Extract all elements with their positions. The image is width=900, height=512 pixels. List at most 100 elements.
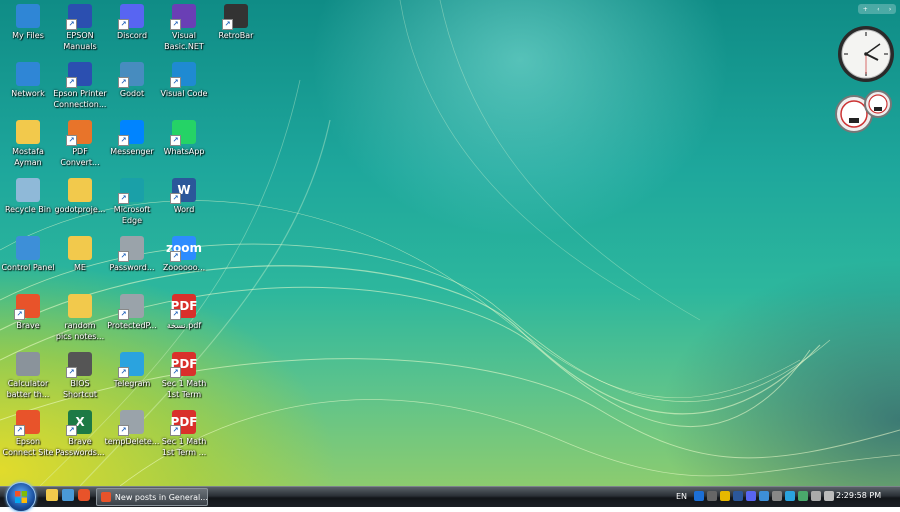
next-gadget-icon[interactable]: › bbox=[889, 6, 891, 13]
desktop-icon[interactable]: ME bbox=[52, 236, 108, 273]
volume-icon[interactable] bbox=[824, 491, 835, 501]
battery-icon[interactable] bbox=[811, 491, 822, 501]
desktop-icon[interactable]: ↗ WhatsApp bbox=[156, 120, 212, 157]
desktop-icon-label: Word bbox=[173, 205, 195, 214]
godot-icon: ↗ bbox=[118, 62, 144, 88]
settings-file-icon: ↗ bbox=[118, 236, 144, 262]
epson-printer-icon: ↗ bbox=[66, 62, 92, 88]
shortcut-arrow-icon: ↗ bbox=[170, 251, 181, 262]
desktop-icon-label: godotproje... bbox=[54, 205, 106, 214]
brave-icon: ↗ bbox=[14, 294, 40, 320]
desktop-icon[interactable]: ↗ EPSON Manuals bbox=[52, 4, 108, 52]
settings-file-icon: ↗ bbox=[118, 294, 144, 320]
desktop-icon-label: Sec 1 Math 1st Term ... bbox=[161, 437, 207, 457]
quicklaunch-folder-icon[interactable] bbox=[62, 489, 74, 501]
shortcut-arrow-icon: ↗ bbox=[170, 135, 181, 146]
excel-icon: X ↗ bbox=[66, 410, 92, 436]
desktop-icon[interactable]: Calculator batter th... bbox=[0, 352, 56, 400]
quicklaunch-brave-icon[interactable] bbox=[78, 489, 90, 501]
shortcut-arrow-icon: ↗ bbox=[170, 77, 181, 88]
desktop-icon[interactable]: ↗ tempDelete... bbox=[104, 410, 160, 447]
desktop-icon[interactable]: ↗ PDF Convert... bbox=[52, 120, 108, 168]
shortcut-arrow-icon: ↗ bbox=[118, 367, 129, 378]
pdf-icon: PDF ↗ bbox=[170, 410, 197, 436]
word-icon: W ↗ bbox=[170, 178, 196, 204]
quicklaunch-explorer-icon[interactable] bbox=[46, 489, 58, 501]
discord-icon: ↗ bbox=[118, 4, 144, 30]
desktop-icon[interactable]: My Files bbox=[0, 4, 56, 41]
folder-icon bbox=[68, 294, 92, 318]
cloud-sync-icon[interactable] bbox=[707, 491, 718, 501]
folder-icon bbox=[68, 178, 92, 202]
desktop-icon-label: WhatsApp bbox=[163, 147, 205, 156]
desktop-icon-label: نسخة.pdf bbox=[166, 321, 202, 330]
desktop-icon[interactable]: ↗ Messenger bbox=[104, 120, 160, 157]
system-tray: EN bbox=[676, 487, 835, 505]
desktop-icon[interactable]: Control Panel bbox=[0, 236, 56, 273]
desktop-icon[interactable]: ↗ Microsoft Edge bbox=[104, 178, 160, 226]
clock-gadget[interactable] bbox=[836, 24, 896, 84]
action-center-icon[interactable] bbox=[759, 491, 770, 501]
desktop-icon[interactable]: ↗ Password... bbox=[104, 236, 160, 273]
sidebar-gadget-controls[interactable]: + ‹ › bbox=[858, 4, 896, 14]
network-tray-icon[interactable] bbox=[798, 491, 809, 501]
desktop-icon[interactable]: godotproje... bbox=[52, 178, 108, 215]
desktop-icon[interactable]: ↗ Telegram bbox=[104, 352, 160, 389]
telegram-tray-icon[interactable] bbox=[785, 491, 796, 501]
desktop-icon[interactable]: Recycle Bin bbox=[0, 178, 56, 215]
desktop-icon[interactable]: Network bbox=[0, 62, 56, 99]
windows-logo-icon bbox=[15, 491, 27, 503]
desktop-icon[interactable]: ↗ Visual Basic.NET bbox=[156, 4, 212, 52]
visual-basic-icon: ↗ bbox=[170, 4, 196, 30]
shortcut-arrow-icon: ↗ bbox=[222, 19, 233, 30]
desktop-icon[interactable]: ↗ Visual Code bbox=[156, 62, 212, 99]
telegram-icon: ↗ bbox=[118, 352, 144, 378]
desktop-icon[interactable]: ↗ Brave bbox=[0, 294, 56, 331]
shortcut-arrow-icon: ↗ bbox=[118, 425, 129, 436]
desktop-icon[interactable]: ↗ ProtectedP... bbox=[104, 294, 160, 331]
shortcut-arrow-icon: ↗ bbox=[118, 135, 129, 146]
start-button[interactable] bbox=[6, 482, 36, 512]
messenger-icon: ↗ bbox=[118, 120, 144, 146]
display-icon[interactable] bbox=[772, 491, 783, 501]
add-gadget-icon[interactable]: + bbox=[863, 6, 868, 13]
desktop-icon[interactable]: ↗ RetroBar bbox=[208, 4, 264, 41]
desktop-icon[interactable]: X ↗ Brave Passwords... bbox=[52, 410, 108, 458]
word-tray-icon[interactable] bbox=[733, 491, 744, 501]
desktop-icon[interactable]: PDF ↗ Sec 1 Math 1st Term ... bbox=[156, 410, 212, 458]
desktop-icon[interactable]: PDF ↗ Sec 1 Math 1st Term bbox=[156, 352, 212, 400]
shortcut-arrow-icon: ↗ bbox=[118, 251, 129, 262]
desktop-icon[interactable]: PDF ↗ نسخة.pdf bbox=[156, 294, 212, 331]
bluetooth-icon[interactable] bbox=[694, 491, 705, 501]
folder-icon bbox=[16, 120, 40, 144]
network-icon bbox=[16, 62, 40, 86]
brave-icon: ↗ bbox=[14, 410, 40, 436]
desktop-icon[interactable]: random pics notes... bbox=[52, 294, 108, 342]
shortcut-arrow-icon: ↗ bbox=[118, 193, 129, 204]
taskbar-window-brave[interactable]: New posts in General... bbox=[96, 488, 208, 506]
shortcut-arrow-icon: ↗ bbox=[170, 367, 181, 378]
desktop-icon[interactable]: ↗ Epson Connect Site bbox=[0, 410, 56, 458]
taskbar-clock[interactable]: 2:29:58 PM bbox=[836, 491, 881, 500]
desktop-icon[interactable]: ↗ Epson Printer Connection... bbox=[52, 62, 108, 110]
desktop-icon[interactable]: ↗ Discord bbox=[104, 4, 160, 41]
cpu-meter-gadget[interactable] bbox=[834, 90, 896, 134]
desktop-icon-label: Password... bbox=[109, 263, 155, 272]
desktop-icon[interactable]: Mostafa Ayman bbox=[0, 120, 56, 168]
desktop-icon[interactable]: ↗ Godot bbox=[104, 62, 160, 99]
language-indicator[interactable]: EN bbox=[676, 492, 687, 501]
zoom-icon: zoom ↗ bbox=[166, 236, 202, 262]
desktop-icon[interactable]: zoom ↗ Zoooooo... bbox=[156, 236, 212, 273]
discord-tray-icon[interactable] bbox=[746, 491, 757, 501]
desktop-icon[interactable]: W ↗ Word bbox=[156, 178, 212, 215]
warning-icon[interactable] bbox=[720, 491, 731, 501]
shortcut-arrow-icon: ↗ bbox=[170, 309, 181, 320]
desktop-icon-label: BIOS Shortcut bbox=[62, 379, 98, 399]
shortcut-arrow-icon: ↗ bbox=[66, 367, 77, 378]
bios-icon: ↗ bbox=[66, 352, 92, 378]
vscode-icon: ↗ bbox=[170, 62, 196, 88]
shortcut-arrow-icon: ↗ bbox=[170, 425, 181, 436]
folder-icon bbox=[68, 236, 92, 260]
desktop-icon[interactable]: ↗ BIOS Shortcut bbox=[52, 352, 108, 400]
prev-gadget-icon[interactable]: ‹ bbox=[877, 6, 879, 13]
